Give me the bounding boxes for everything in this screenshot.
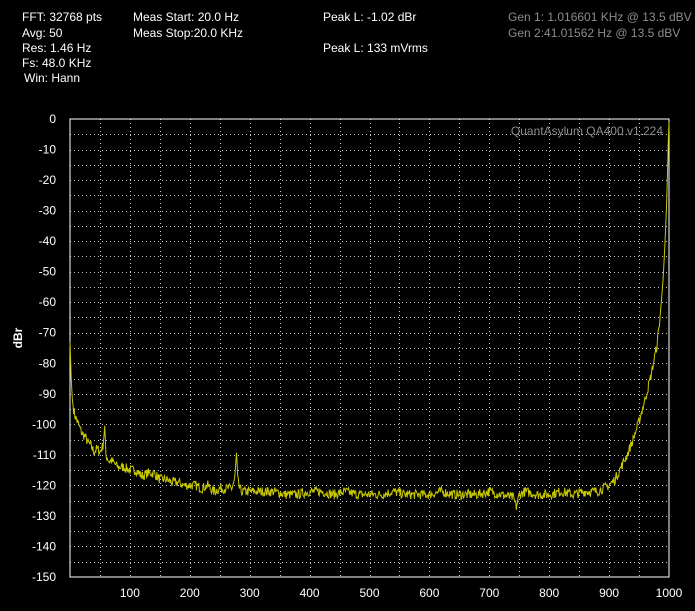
- x-tick-label: 200: [180, 586, 200, 600]
- y-tick-label: -90: [39, 387, 57, 401]
- axis-ticks: 100 200 300 400 500 600 700 800 900 1000 0 -10 -20 -3…: [32, 112, 683, 600]
- x-tick-label: 700: [479, 586, 499, 600]
- y-tick-label: -10: [39, 143, 57, 157]
- x-tick-label: 600: [419, 586, 439, 600]
- x-tick-label: 800: [539, 586, 559, 600]
- x-tick-label: 1000: [656, 586, 683, 600]
- x-tick-label: 900: [599, 586, 619, 600]
- spectrum-chart: 100 200 300 400 500 600 700 800 900 1000 0 -10 -20 -3…: [11, 112, 683, 600]
- y-tick-label: -20: [39, 173, 57, 187]
- x-tick-label: 500: [359, 586, 379, 600]
- y-axis-label: dBr: [11, 327, 25, 348]
- y-tick-label: -150: [32, 570, 56, 584]
- y-tick-label: 0: [49, 112, 56, 126]
- y-tick-label: -40: [39, 234, 57, 248]
- watermark-label: QuantAsylum QA400 v1.224: [511, 124, 663, 138]
- y-tick-label: -30: [39, 204, 57, 218]
- y-tick-label: -80: [39, 356, 57, 370]
- y-tick-label: -140: [32, 539, 56, 553]
- grid: [70, 119, 669, 577]
- y-tick-label: -70: [39, 326, 57, 340]
- x-tick-label: 400: [300, 586, 320, 600]
- y-tick-label: -120: [32, 478, 56, 492]
- y-tick-label: -100: [32, 417, 56, 431]
- y-tick-label: -50: [39, 265, 57, 279]
- x-tick-label: 100: [120, 586, 140, 600]
- y-tick-label: -110: [33, 448, 56, 462]
- y-tick-label: -130: [32, 509, 56, 523]
- x-tick-label: 300: [240, 586, 260, 600]
- y-tick-label: -60: [39, 295, 57, 309]
